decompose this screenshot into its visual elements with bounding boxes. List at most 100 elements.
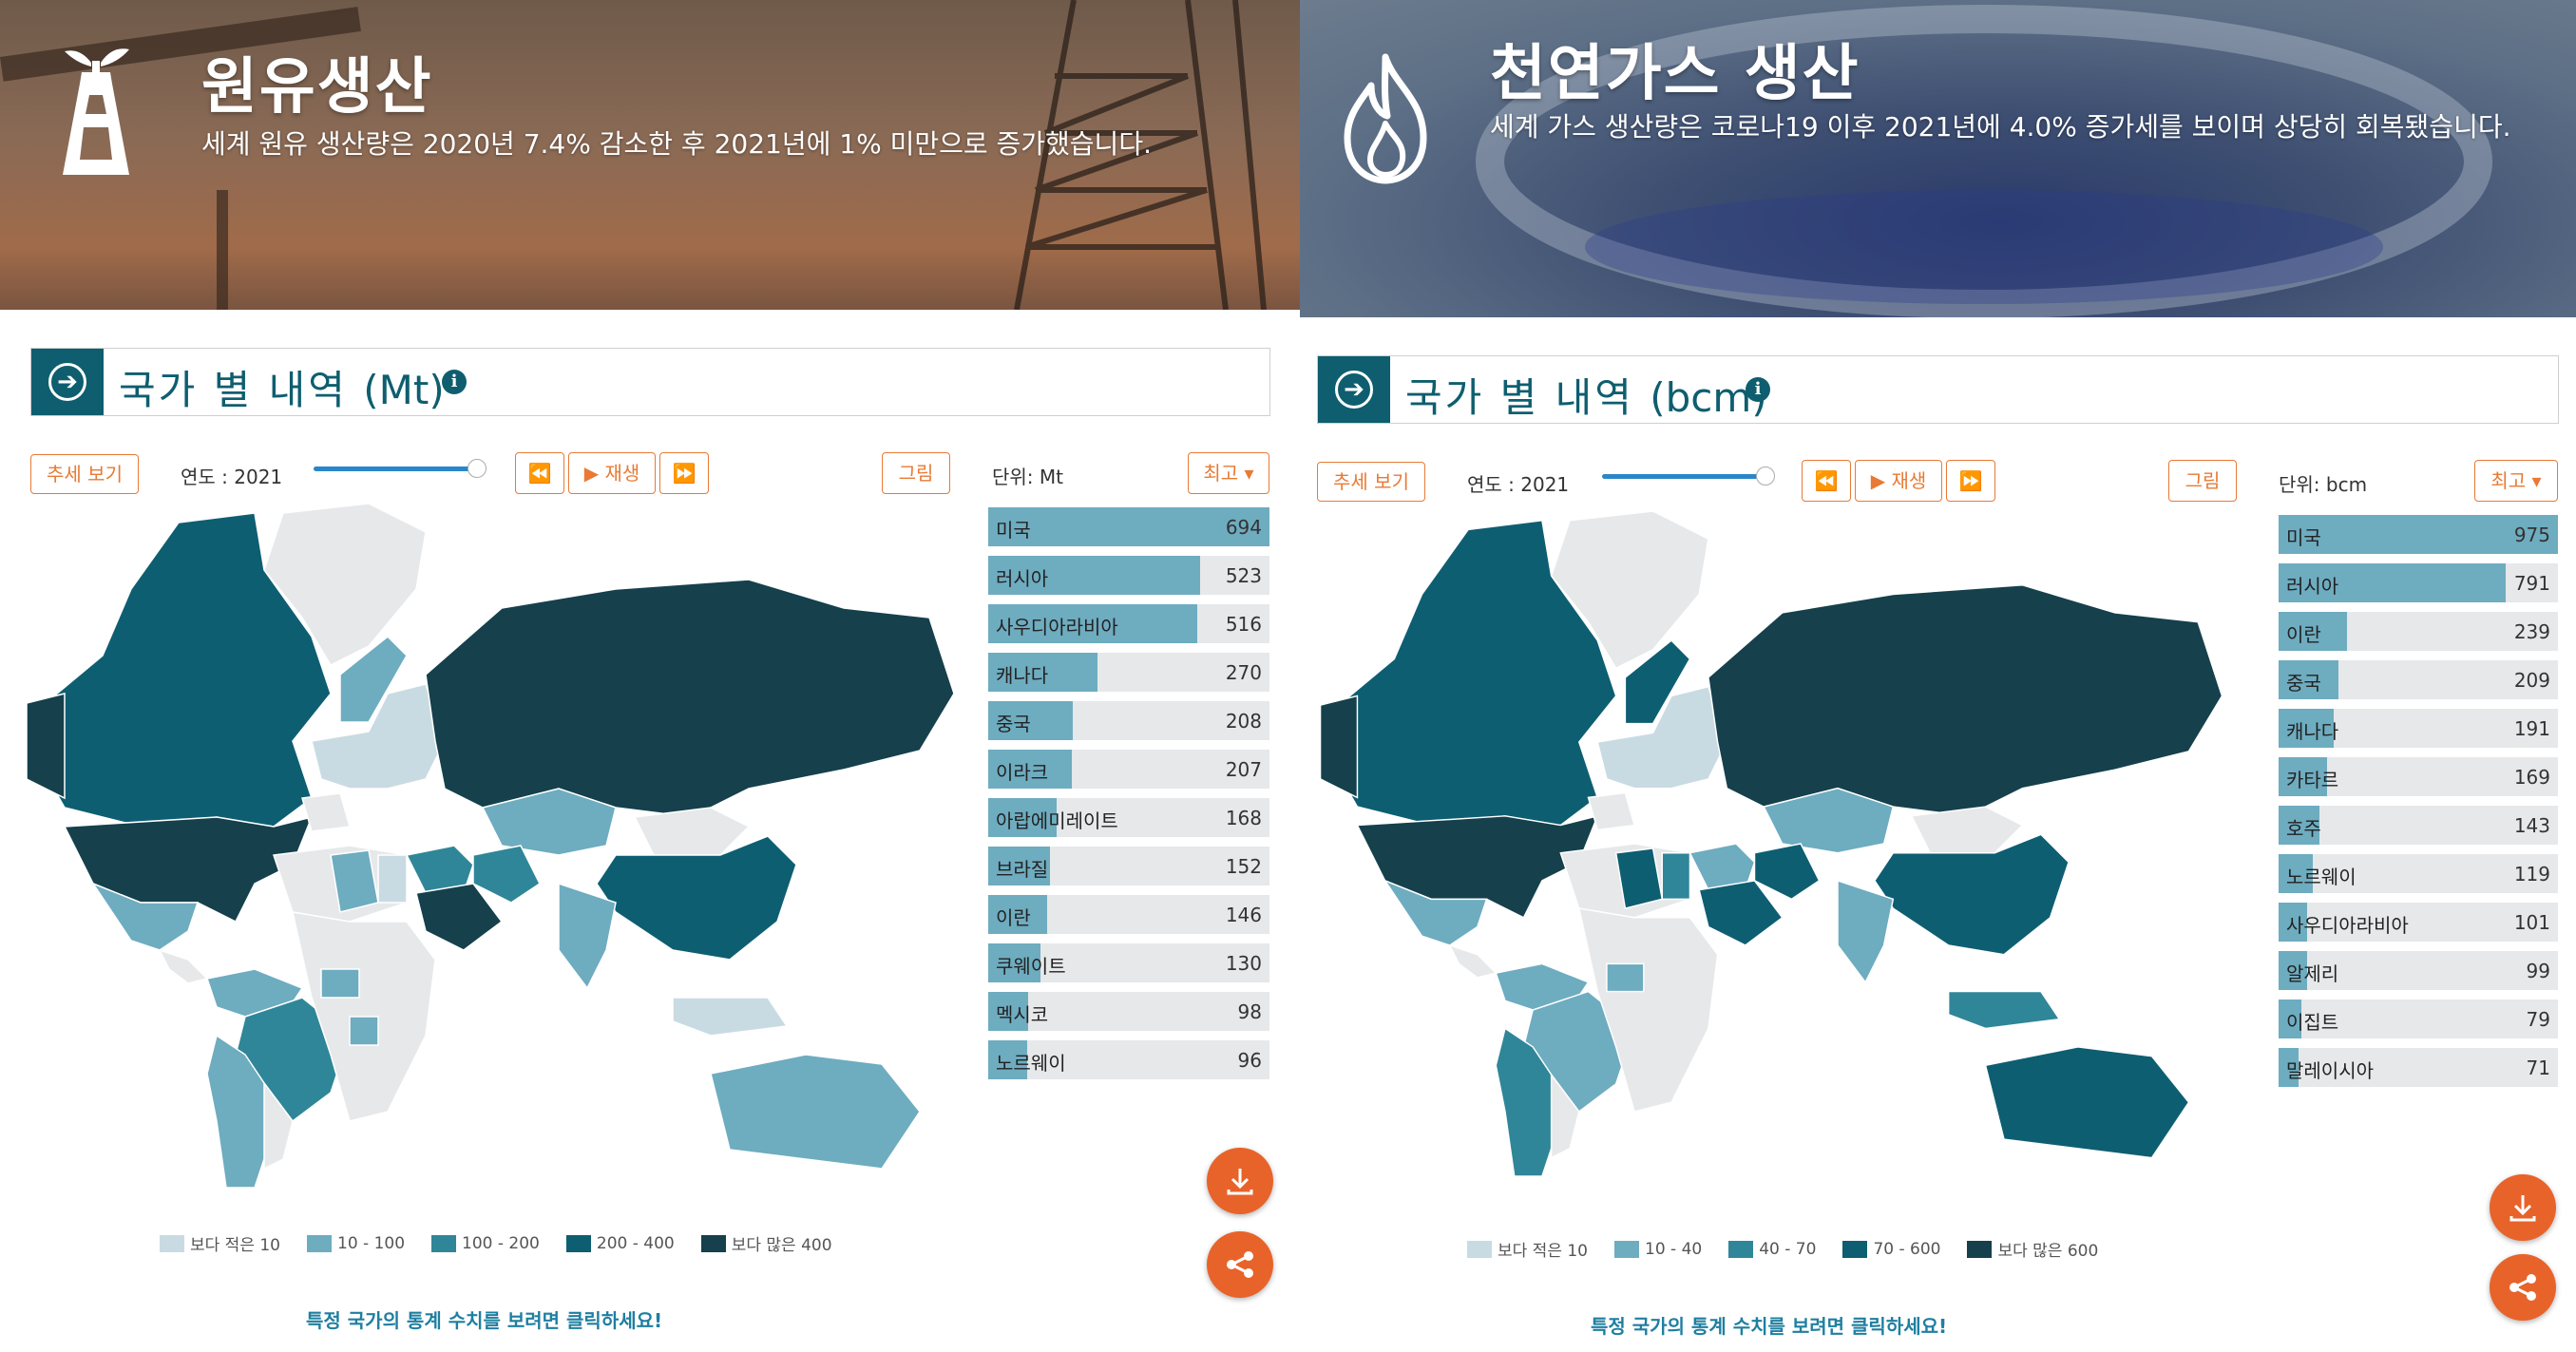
ranking-country-name: 카타르 bbox=[2286, 769, 2339, 791]
share-button[interactable] bbox=[1207, 1231, 1273, 1298]
country-indonesia[interactable] bbox=[672, 997, 789, 1037]
ranking-row[interactable]: 아랍에미레이트 168 bbox=[988, 798, 1269, 837]
slider-handle[interactable] bbox=[467, 459, 487, 478]
legend-swatch bbox=[1728, 1240, 1754, 1258]
country-spain[interactable] bbox=[1587, 791, 1636, 831]
ranking-country-name: 브라질 bbox=[996, 858, 1049, 881]
share-button[interactable] bbox=[2490, 1254, 2556, 1321]
play-button[interactable]: ▶ 재생 bbox=[1855, 460, 1942, 502]
ranking-row[interactable]: 미국 975 bbox=[2279, 515, 2558, 554]
fast-forward-button[interactable]: ⏩ bbox=[1946, 460, 1995, 502]
ranking-row[interactable]: 이집트 79 bbox=[2279, 1000, 2558, 1038]
legend-item: 보다 적은 10 bbox=[160, 1231, 280, 1255]
country-indonesia-malaysia[interactable] bbox=[1947, 990, 2061, 1030]
ranking-country-name: 러시아 bbox=[996, 567, 1049, 590]
slider-handle[interactable] bbox=[1756, 467, 1775, 486]
ranking-row[interactable]: 캐나다 191 bbox=[2279, 709, 2558, 748]
ranking-country-name: 사우디아라비아 bbox=[2286, 914, 2409, 937]
country-china[interactable] bbox=[596, 835, 797, 961]
country-australia[interactable] bbox=[710, 1054, 921, 1170]
ranking-row[interactable]: 이란 239 bbox=[2279, 612, 2558, 651]
year-label: 연도 : 2021 bbox=[181, 466, 283, 488]
fast-forward-button[interactable]: ⏩ bbox=[659, 452, 709, 494]
rewind-button[interactable]: ⏪ bbox=[1802, 460, 1851, 502]
info-icon[interactable]: i bbox=[442, 370, 467, 394]
country-iran[interactable] bbox=[1753, 843, 1821, 901]
trend-view-button[interactable]: 추세 보기 bbox=[1317, 462, 1425, 502]
world-map[interactable] bbox=[1315, 511, 2227, 1176]
ranking-row[interactable]: 브라질 152 bbox=[988, 847, 1269, 885]
sort-dropdown[interactable]: 최고 ▾ bbox=[1188, 452, 1269, 494]
country-nigeria[interactable] bbox=[320, 968, 360, 999]
ranking-row[interactable]: 캐나다 270 bbox=[988, 653, 1269, 692]
country-india[interactable] bbox=[1837, 879, 1895, 984]
country-russia[interactable] bbox=[1708, 584, 2223, 817]
ranking-value: 146 bbox=[1225, 904, 1262, 926]
country-mongolia[interactable] bbox=[633, 807, 751, 856]
country-china[interactable] bbox=[1874, 833, 2070, 956]
ranking-row[interactable]: 이라크 207 bbox=[988, 750, 1269, 789]
map-legend: 보다 적은 10 10 - 100 100 - 200 200 - 400 보다… bbox=[160, 1231, 849, 1255]
ranking-row[interactable]: 멕시코 98 bbox=[988, 992, 1269, 1031]
ranking-value: 96 bbox=[1237, 1049, 1262, 1072]
country-egypt[interactable] bbox=[1661, 851, 1691, 901]
ranking-row[interactable]: 사우디아라비아 516 bbox=[988, 604, 1269, 643]
download-button[interactable] bbox=[2490, 1174, 2556, 1241]
chart-button[interactable]: 그림 bbox=[882, 452, 950, 494]
ranking-row[interactable]: 중국 209 bbox=[2279, 660, 2558, 699]
rewind-button[interactable]: ⏪ bbox=[515, 452, 564, 494]
gas-banner: 천연가스 생산 세계 가스 생산량은 코로나19 이후 2021년에 4.0% … bbox=[1300, 0, 2576, 317]
slider-track[interactable] bbox=[314, 467, 475, 471]
ranking-row[interactable]: 이란 146 bbox=[988, 895, 1269, 934]
country-spain[interactable] bbox=[301, 792, 351, 832]
ranking-row[interactable]: 말레이시아 71 bbox=[2279, 1048, 2558, 1087]
ranking-row[interactable]: 미국 694 bbox=[988, 507, 1269, 546]
section-unit: (Mt) bbox=[363, 367, 445, 413]
trend-view-button[interactable]: 추세 보기 bbox=[30, 454, 139, 494]
country-india[interactable] bbox=[558, 882, 617, 990]
unit-label: 단위: Mt bbox=[992, 466, 1063, 488]
country-russia[interactable] bbox=[425, 579, 954, 818]
ranking-row[interactable]: 러시아 791 bbox=[2279, 563, 2558, 602]
ranking-country-name: 이집트 bbox=[2286, 1011, 2339, 1034]
country-nigeria[interactable] bbox=[1606, 962, 1645, 993]
ranking-row[interactable]: 카타르 169 bbox=[2279, 757, 2558, 796]
ranking-country-name: 쿠웨이트 bbox=[996, 955, 1066, 978]
ranking-value: 169 bbox=[2513, 766, 2550, 789]
download-button[interactable] bbox=[1207, 1148, 1273, 1214]
country-libya[interactable] bbox=[377, 854, 408, 904]
ranking-value: 98 bbox=[1237, 1000, 1262, 1023]
ranking-value: 143 bbox=[2513, 814, 2550, 837]
ranking-row[interactable]: 러시아 523 bbox=[988, 556, 1269, 595]
world-map[interactable] bbox=[27, 504, 954, 1188]
flame-icon bbox=[1344, 53, 1427, 184]
country-usa-alaska[interactable] bbox=[27, 693, 66, 800]
legend-swatch bbox=[1967, 1240, 1993, 1258]
ranking-value: 270 bbox=[1225, 661, 1262, 684]
ranking-row[interactable]: 알제리 99 bbox=[2279, 951, 2558, 990]
country-australia[interactable] bbox=[1984, 1046, 2190, 1159]
sort-dropdown[interactable]: 최고 ▾ bbox=[2474, 460, 2558, 502]
ranking-row[interactable]: 사우디아라비아 101 bbox=[2279, 903, 2558, 942]
chart-button[interactable]: 그림 bbox=[2168, 460, 2237, 502]
play-button[interactable]: ▶ 재생 bbox=[568, 452, 656, 494]
ranking-row[interactable]: 쿠웨이트 130 bbox=[988, 943, 1269, 982]
arrow-circle-icon: ➔ bbox=[1318, 356, 1390, 423]
country-iran[interactable] bbox=[472, 845, 541, 904]
country-saudi-arabia[interactable] bbox=[1698, 880, 1784, 946]
ranking-row[interactable]: 노르웨이 96 bbox=[988, 1040, 1269, 1079]
legend-item: 10 - 100 bbox=[307, 1234, 405, 1253]
country-angola[interactable] bbox=[349, 1016, 379, 1046]
central-america[interactable] bbox=[1448, 943, 1498, 979]
country-mongolia[interactable] bbox=[1910, 806, 2024, 854]
ranking-row[interactable]: 노르웨이 119 bbox=[2279, 854, 2558, 893]
info-icon[interactable]: i bbox=[1746, 377, 1770, 402]
ranking-country-name: 노르웨이 bbox=[996, 1052, 1066, 1075]
ranking-row[interactable]: 중국 208 bbox=[988, 701, 1269, 740]
oil-banner: 원유생산 세계 원유 생산량은 2020년 7.4% 감소한 후 2021년에 … bbox=[0, 0, 1300, 310]
country-saudi-arabia[interactable] bbox=[415, 883, 504, 951]
ranking-row[interactable]: 호주 143 bbox=[2279, 806, 2558, 845]
central-america[interactable] bbox=[158, 948, 209, 984]
slider-track[interactable] bbox=[1602, 474, 1765, 479]
country-usa-alaska[interactable] bbox=[1319, 695, 1359, 799]
